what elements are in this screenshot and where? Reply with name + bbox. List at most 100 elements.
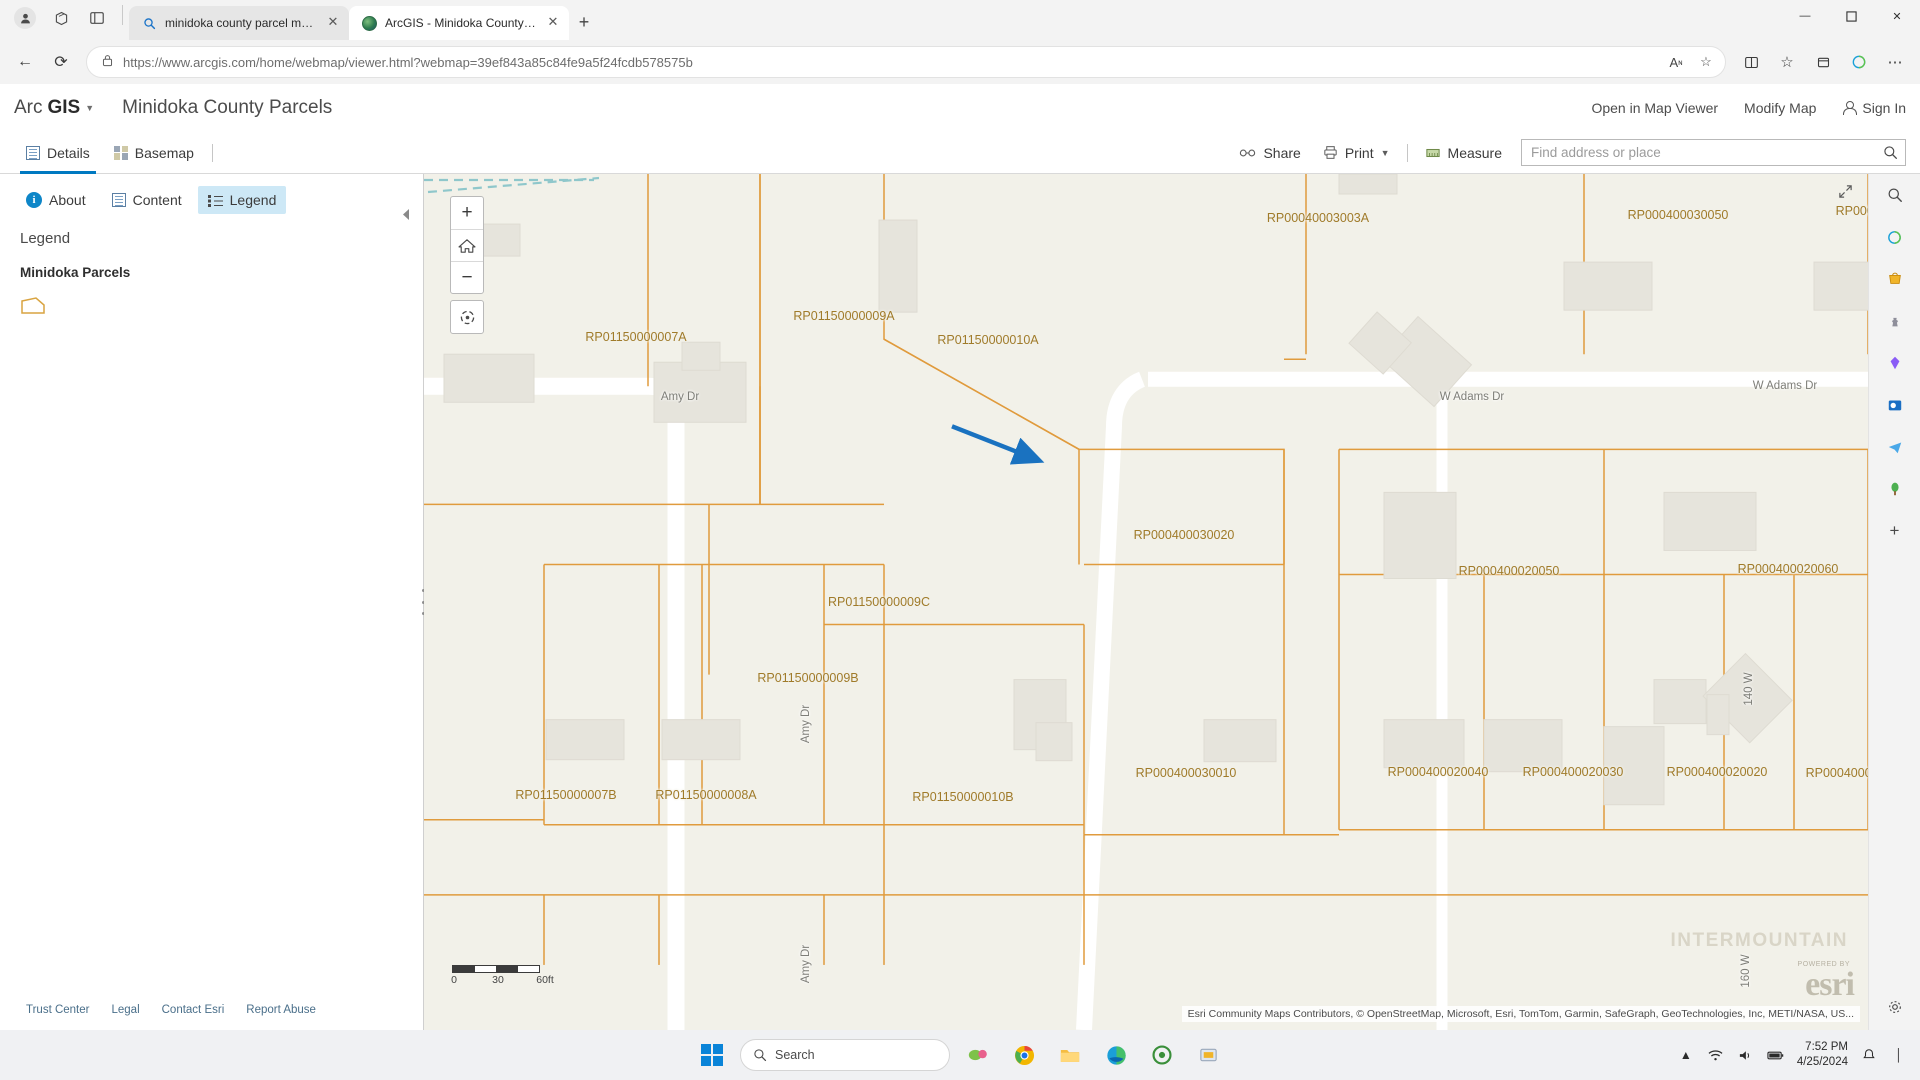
map-watermark: INTERMOUNTAIN [1670, 930, 1848, 951]
wifi-icon[interactable] [1707, 1046, 1725, 1064]
contact-esri-link[interactable]: Contact Esri [162, 1004, 225, 1016]
arcgis-app: Arc GIS ▼ Minidoka County Parcels Open in… [0, 84, 1920, 1030]
omnibox-icons: Aɴ ☆ [1663, 49, 1719, 75]
maximize-icon [1845, 10, 1857, 22]
sidebar-search-icon[interactable] [1882, 182, 1908, 208]
trust-center-link[interactable]: Trust Center [26, 1004, 89, 1016]
battery-icon[interactable] [1767, 1046, 1785, 1064]
measure-button[interactable]: Measure [1414, 132, 1513, 174]
locate-button[interactable] [450, 300, 484, 334]
split-screen-icon [90, 12, 104, 24]
chevron-left-icon [403, 209, 409, 220]
browser-tab-2[interactable]: ArcGIS - Minidoka County Parcel ✕ [349, 6, 569, 40]
maximize-button[interactable] [1828, 0, 1874, 32]
road-label: 160 W [1740, 954, 1752, 988]
taskbar-app-edge[interactable] [1098, 1037, 1134, 1073]
scale-bar: 0 30 60ft [451, 965, 554, 988]
taskbar-search[interactable]: Search [740, 1039, 950, 1071]
panel-tab-content[interactable]: Content [102, 186, 192, 214]
taskbar-system-tray: ▲ 7:52 PM 4/25/2024 │ [1677, 1040, 1908, 1070]
map-attribution: Esri Community Maps Contributors, © Open… [1181, 1006, 1860, 1022]
tabstrip-divider [122, 4, 123, 25]
windows-logo-icon [701, 1044, 723, 1066]
map-canvas[interactable]: RP01150000007A RP01150000009A RP01150000… [424, 174, 1868, 1030]
parcel-label: RP01150000010A [937, 333, 1039, 347]
tab-basemap[interactable]: Basemap [102, 132, 206, 174]
chevron-down-icon[interactable]: ▼ [1381, 148, 1390, 158]
taskbar-app-explorer[interactable] [1052, 1037, 1088, 1073]
browser-sidebar: + [1868, 174, 1920, 1030]
minimize-button[interactable]: — [1782, 0, 1828, 32]
profile-button[interactable] [8, 3, 42, 33]
parcel-label: RP01150000007B [515, 788, 617, 802]
favorites-icon[interactable]: ☆ [1770, 45, 1804, 79]
copilot-icon [55, 11, 67, 25]
sidebar-chess-icon[interactable] [1882, 308, 1908, 334]
lock-icon [99, 54, 115, 70]
tab-collections-button[interactable] [44, 3, 78, 33]
parcel-label: RP01150000009A [793, 309, 895, 323]
split-screen-icon[interactable] [1734, 45, 1768, 79]
sidebar-settings-icon[interactable] [1882, 994, 1908, 1020]
legal-link[interactable]: Legal [111, 1004, 139, 1016]
close-icon[interactable]: ✕ [325, 15, 341, 31]
volume-icon[interactable] [1737, 1046, 1755, 1064]
back-button[interactable]: ← [8, 45, 42, 79]
browser-tab-strip: minidoka county parcel map - Se ✕ ArcGIS… [0, 0, 1920, 40]
home-button[interactable] [451, 229, 483, 261]
sidebar-designer-icon[interactable] [1882, 350, 1908, 376]
collections-icon[interactable] [1806, 45, 1840, 79]
share-button[interactable]: Share [1228, 132, 1311, 174]
close-icon[interactable]: ✕ [545, 15, 561, 31]
browser-essentials-icon[interactable] [1842, 45, 1876, 79]
zoom-in-button[interactable]: + [451, 197, 483, 229]
browser-tab-1[interactable]: minidoka county parcel map - Se ✕ [129, 6, 349, 40]
open-in-map-viewer-link[interactable]: Open in Map Viewer [1591, 100, 1718, 116]
show-hidden-icons[interactable]: ▲ [1677, 1046, 1695, 1064]
taskbar-app-widgets[interactable] [960, 1037, 996, 1073]
panel-footer-links: Trust Center Legal Contact Esri Report A… [0, 1004, 423, 1030]
taskbar-clock[interactable]: 7:52 PM 4/25/2024 [1797, 1040, 1848, 1070]
print-button[interactable]: Print ▼ [1312, 132, 1401, 174]
sign-in-link[interactable]: Sign In [1842, 100, 1906, 116]
taskbar-app-other[interactable] [1144, 1037, 1180, 1073]
more-options-icon[interactable]: ⋯ [1878, 45, 1912, 79]
parcel-label: RP000400030010 [1135, 766, 1237, 780]
sidebar-outlook-icon[interactable] [1882, 392, 1908, 418]
parcel-label: RP01150000009B [757, 671, 859, 685]
info-icon: i [26, 192, 42, 208]
sidebar-add-icon[interactable]: + [1882, 518, 1908, 544]
zoom-out-button[interactable]: − [451, 261, 483, 293]
sidebar-copilot-icon[interactable] [1882, 224, 1908, 250]
start-button[interactable] [694, 1037, 730, 1073]
sidebar-telegram-icon[interactable] [1882, 434, 1908, 460]
taskbar-app-chrome[interactable] [1006, 1037, 1042, 1073]
reload-button[interactable]: ⟳ [44, 45, 78, 79]
collapse-panel-button[interactable] [401, 208, 415, 222]
sidebar-tree-icon[interactable] [1882, 476, 1908, 502]
expand-map-button[interactable] [1838, 184, 1854, 200]
new-tab-button[interactable]: + [569, 7, 599, 37]
close-window-button[interactable]: ✕ [1874, 0, 1920, 32]
tab-details[interactable]: Details [14, 132, 102, 174]
panel-tab-legend[interactable]: Legend [197, 186, 287, 214]
brand-gis-text: GIS [47, 96, 81, 118]
show-desktop-button[interactable]: │ [1890, 1046, 1908, 1064]
taskbar-app-snip[interactable] [1190, 1037, 1226, 1073]
search-input[interactable] [1531, 145, 1879, 160]
read-aloud-icon[interactable]: Aɴ [1663, 49, 1689, 75]
modify-map-link[interactable]: Modify Map [1744, 100, 1816, 116]
panel-tab-about[interactable]: i About [16, 186, 96, 214]
search-icon[interactable] [1879, 142, 1901, 164]
arcgis-brand[interactable]: Arc GIS ▼ [14, 97, 94, 119]
sidebar-shopping-icon[interactable] [1882, 266, 1908, 292]
report-abuse-link[interactable]: Report Abuse [246, 1004, 316, 1016]
parcel-label: RP01150000008A [655, 788, 757, 802]
notifications-icon[interactable] [1860, 1046, 1878, 1064]
chevron-down-icon[interactable]: ▼ [85, 103, 94, 113]
map-search-box[interactable] [1521, 139, 1906, 166]
split-screen-button[interactable] [80, 3, 114, 33]
road-label: 140 W [1743, 672, 1755, 706]
favorite-star-icon[interactable]: ☆ [1693, 49, 1719, 75]
url-input[interactable]: https://www.arcgis.com/home/webmap/viewe… [86, 46, 1726, 78]
